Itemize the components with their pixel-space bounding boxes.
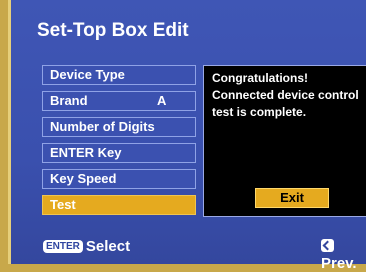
menu-item-enter-key[interactable]: ENTER Key [42, 143, 196, 163]
menu-item-label: Key Speed [50, 171, 117, 186]
return-icon [321, 239, 334, 252]
message-panel: Congratulations! Connected device contro… [203, 65, 366, 217]
settings-frame: Set-Top Box Edit Device Type Brand A Num… [8, 0, 366, 272]
footer-prev-hint: Prev. [321, 238, 366, 272]
completion-message: Congratulations! Connected device contro… [212, 71, 359, 119]
enter-key-icon: ENTER [43, 240, 83, 253]
menu-item-label: Test [50, 197, 76, 212]
menu-item-device-type[interactable]: Device Type [42, 65, 196, 85]
select-label: Select [85, 238, 131, 255]
settings-menu: Device Type Brand A Number of Digits ENT… [42, 65, 196, 221]
menu-item-label: Brand [50, 93, 88, 108]
brand-value: A [157, 93, 167, 108]
exit-button[interactable]: Exit [255, 188, 329, 208]
footer-select-hint: ENTER Select [43, 238, 130, 255]
menu-item-label: Number of Digits [50, 119, 155, 134]
page-title: Set-Top Box Edit [37, 20, 189, 41]
menu-item-label: Device Type [50, 67, 125, 82]
menu-item-label: ENTER Key [50, 145, 122, 160]
menu-item-test[interactable]: Test [42, 195, 196, 215]
menu-item-key-speed[interactable]: Key Speed [42, 169, 196, 189]
menu-item-number-of-digits[interactable]: Number of Digits [42, 117, 196, 137]
menu-item-brand[interactable]: Brand A [42, 91, 196, 111]
